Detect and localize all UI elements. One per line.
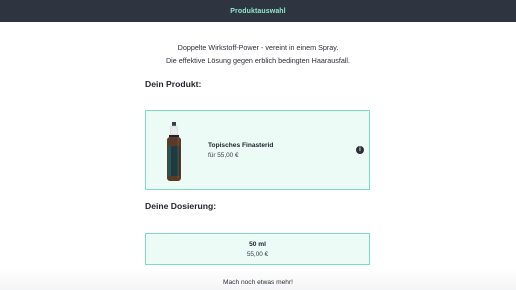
- dosage-section-heading: Deine Dosierung:: [145, 201, 217, 211]
- dosage-price: 55,00 €: [246, 251, 269, 258]
- dosage-amount: 50 ml: [249, 241, 266, 248]
- product-section-heading: Dein Produkt:: [145, 79, 202, 89]
- product-name: Topisches Finasterid: [208, 142, 274, 149]
- info-icon[interactable]: i: [356, 146, 364, 154]
- product-bottle-image: [167, 122, 181, 181]
- product-price: für 55,00 €: [208, 152, 239, 159]
- tagline-line-2: Die effektive Lösung gegen erblich bedin…: [165, 55, 351, 65]
- tagline-line-1: Doppelte Wirkstoff-Power - vereint in ei…: [177, 43, 339, 52]
- dosage-option-card[interactable]: 50 ml 55,00 €: [145, 233, 370, 265]
- product-card[interactable]: Topisches Finasterid für 55,00 € i: [145, 110, 370, 190]
- tagline: Doppelte Wirkstoff-Power - vereint in ei…: [0, 42, 516, 67]
- more-options-text: Mach noch etwas mehr!: [223, 279, 293, 286]
- top-bar: Produktauswahl: [0, 0, 516, 22]
- page-title: Produktauswahl: [230, 7, 286, 15]
